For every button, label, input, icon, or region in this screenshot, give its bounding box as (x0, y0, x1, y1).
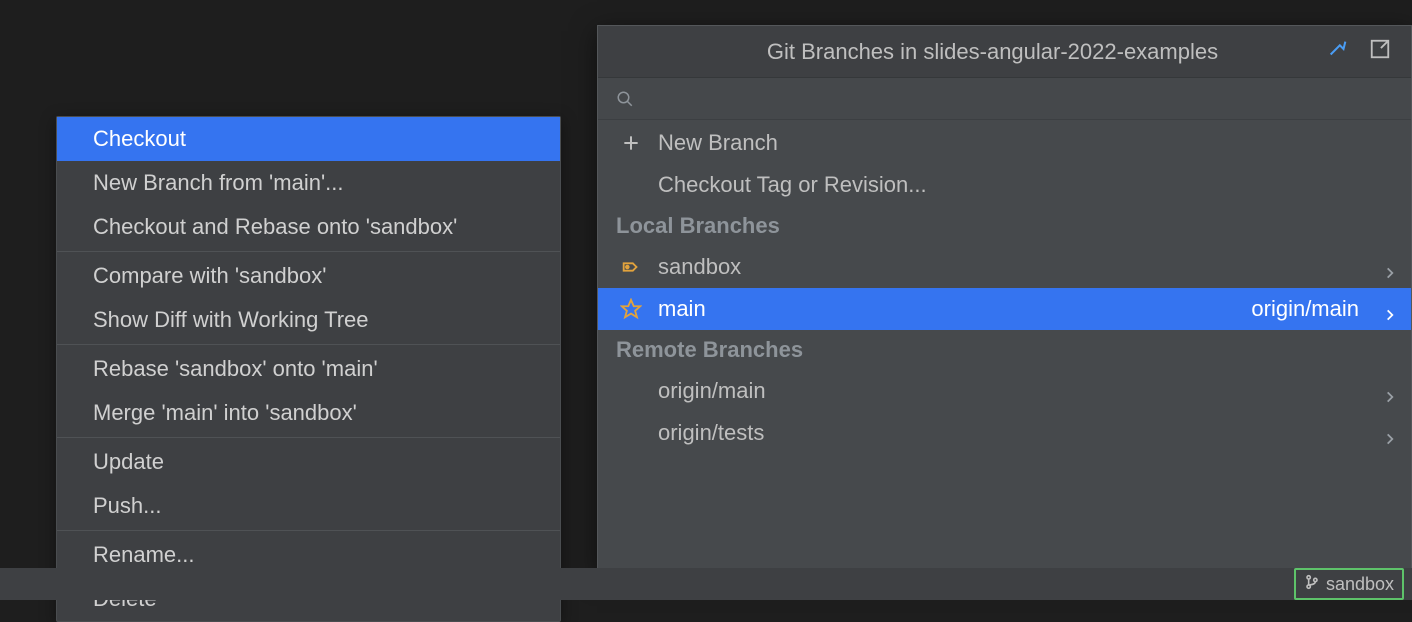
remote-branch-origin-main[interactable]: origin/main (598, 370, 1411, 412)
remote-branches-header: Remote Branches (598, 330, 1411, 370)
local-branches-header: Local Branches (598, 206, 1411, 246)
blank-icon (620, 380, 642, 402)
menu-show-diff[interactable]: Show Diff with Working Tree (57, 298, 560, 342)
local-branch-main[interactable]: main origin/main (598, 288, 1411, 330)
expand-icon[interactable] (1369, 38, 1391, 65)
menu-update[interactable]: Update (57, 440, 560, 484)
search-row[interactable] (598, 78, 1411, 120)
bookmark-icon (620, 256, 642, 278)
star-icon (620, 298, 642, 320)
menu-new-branch-from[interactable]: New Branch from 'main'... (57, 161, 560, 205)
branch-context-menu: Checkout New Branch from 'main'... Check… (56, 116, 561, 622)
new-branch-action[interactable]: New Branch (598, 122, 1411, 164)
blank-icon (620, 422, 642, 444)
branches-list: New Branch Checkout Tag or Revision... L… (598, 120, 1411, 570)
blank-icon (620, 174, 642, 196)
list-item-label: New Branch (658, 130, 1397, 156)
branch-name: main (658, 296, 1235, 322)
menu-rebase-onto[interactable]: Rebase 'sandbox' onto 'main' (57, 347, 560, 391)
menu-merge-into[interactable]: Merge 'main' into 'sandbox' (57, 391, 560, 435)
chevron-right-icon (1383, 426, 1397, 440)
menu-separator (57, 437, 560, 438)
local-branch-sandbox[interactable]: sandbox (598, 246, 1411, 288)
chevron-right-icon (1383, 384, 1397, 398)
remote-branch-origin-tests[interactable]: origin/tests (598, 412, 1411, 454)
branch-name: sandbox (658, 254, 1367, 280)
tracking-branch: origin/main (1251, 296, 1359, 322)
menu-checkout[interactable]: Checkout (57, 117, 560, 161)
menu-compare-with[interactable]: Compare with 'sandbox' (57, 254, 560, 298)
menu-checkout-rebase[interactable]: Checkout and Rebase onto 'sandbox' (57, 205, 560, 249)
chevron-right-icon (1383, 260, 1397, 274)
menu-separator (57, 530, 560, 531)
status-bar: sandbox (0, 568, 1412, 600)
popup-title: Git Branches in slides-angular-2022-exam… (658, 39, 1327, 65)
checkout-tag-action[interactable]: Checkout Tag or Revision... (598, 164, 1411, 206)
popup-header: Git Branches in slides-angular-2022-exam… (598, 26, 1411, 78)
current-branch-name: sandbox (1326, 574, 1394, 595)
search-icon (616, 90, 634, 108)
chevron-right-icon (1383, 302, 1397, 316)
git-branches-popup: Git Branches in slides-angular-2022-exam… (597, 25, 1412, 571)
menu-separator (57, 344, 560, 345)
pin-icon[interactable] (1327, 38, 1349, 65)
plus-icon (620, 132, 642, 154)
branch-name: origin/tests (658, 420, 1367, 446)
list-item-label: Checkout Tag or Revision... (658, 172, 1397, 198)
menu-push[interactable]: Push... (57, 484, 560, 528)
menu-separator (57, 251, 560, 252)
current-branch-indicator[interactable]: sandbox (1294, 568, 1404, 600)
branch-name: origin/main (658, 378, 1367, 404)
branch-icon (1304, 574, 1320, 595)
